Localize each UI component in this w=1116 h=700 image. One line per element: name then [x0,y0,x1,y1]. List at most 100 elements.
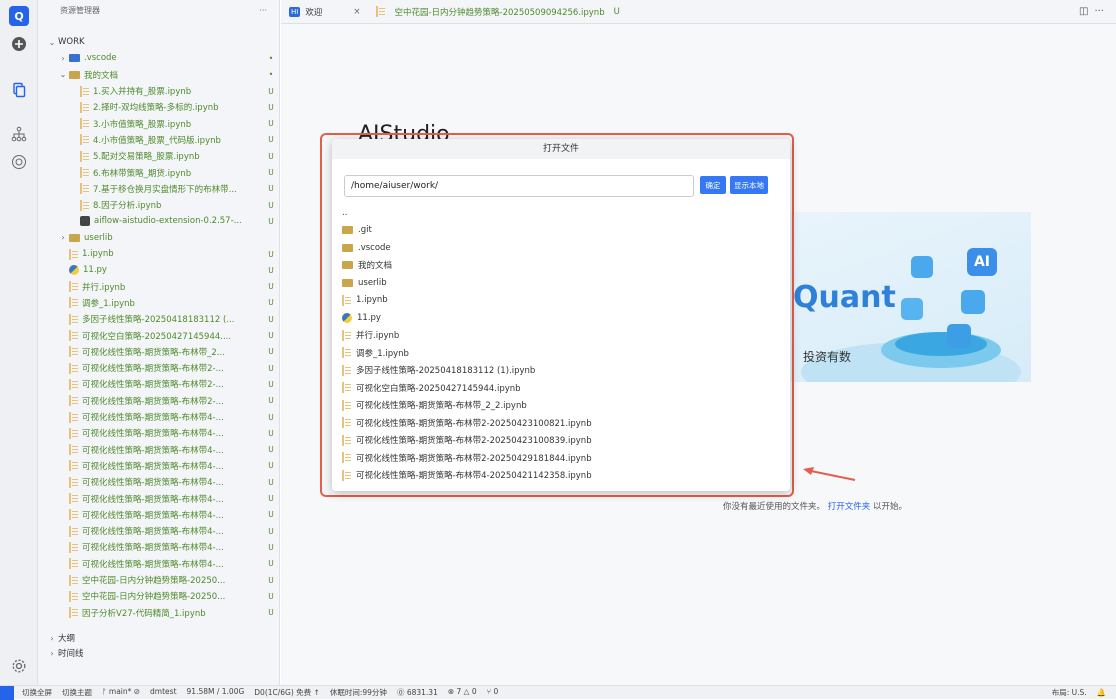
status-item[interactable]: 切换全屏 [22,687,52,698]
dialog-file-item[interactable]: 1.ipynb [342,292,782,310]
tree-file[interactable]: ⌄ WORK [38,34,278,50]
status-item[interactable]: ᚠ main* ⊘ [102,687,140,698]
tree-item-label: 可视化线性策略-期货策略-布林带2-... [82,380,224,391]
show-local-button[interactable]: 显示本地 [730,176,768,194]
explorer-icon[interactable] [9,80,29,100]
status-item[interactable]: ⑂ 0 [487,687,499,698]
dialog-file-item[interactable]: .. [342,204,782,222]
dialog-file-item[interactable]: 可视化线性策略-期货策略-布林带2-20250423100839.ipynb [342,432,782,450]
tree-file[interactable]: 空中花园-日内分钟趋势策略-20250... U [38,572,278,588]
tree-file[interactable]: 多因子线性策略-20250418183112 (... U [38,311,278,327]
dialog-folder-item[interactable]: .git [342,222,782,240]
close-icon[interactable]: × [353,7,360,17]
dialog-file-item[interactable]: 11.py [342,309,782,327]
tree-file[interactable]: 可视化线性策略-期货策略-布林带4-... U [38,539,278,555]
tree-file[interactable]: 1.买入并持有_股票.ipynb U [38,83,278,99]
tree-file[interactable]: 3.小市值策略_股票.ipynb U [38,116,278,132]
status-item[interactable]: dmtest [150,687,176,698]
open-file-dialog: 打开文件 确定 显示本地 .. .git .vscode 我的文档 userlib 1.i… [332,139,790,491]
notification-bell-icon[interactable]: 🔔 [1097,688,1106,697]
tree-file[interactable]: 2.择时-双均线策略-多标的.ipynb U [38,99,278,115]
notebook-icon [69,427,78,439]
dialog-folder-item[interactable]: 我的文档 [342,257,782,275]
extensions-icon[interactable] [9,152,29,172]
tree-file[interactable]: 可视化线性策略-期货策略-布林带4-... U [38,474,278,490]
tree-file[interactable]: 可视化线性策略-期货策略-布林带2-... U [38,376,278,392]
dialog-file-item[interactable]: 调参_1.ipynb [342,344,782,362]
git-status-badge: U [268,477,274,487]
tree-file[interactable]: 可视化线性策略-期货策略-布林带4-... U [38,507,278,523]
notebook-icon [69,525,78,537]
more-actions-icon[interactable]: ··· [1094,6,1104,17]
notebook-icon [69,313,78,325]
dialog-folder-item[interactable]: userlib [342,274,782,292]
tree-file[interactable]: 1.ipynb U [38,246,278,262]
tree-file[interactable]: 6.布林带策略_期货.ipynb U [38,164,278,180]
folder-icon [342,261,353,270]
tree-file[interactable]: 可视化线性策略-期货策略-布林带4-... U [38,409,278,425]
tree-file[interactable]: 4.小市值策略_股票_代码版.ipynb U [38,132,278,148]
explorer-more-button[interactable]: ··· [259,6,267,15]
dialog-item-name: 可视化线性策略-期货策略-布林带2-20250423100821.ipynb [356,418,592,429]
split-editor-icon[interactable]: ◫ [1079,6,1088,17]
tree-item-label: 空中花园-日内分钟趋势策略-20250... [82,576,226,587]
status-item[interactable]: 91.58M / 1.00G [187,687,245,698]
open-folder-link[interactable]: 打开文件夹 [828,502,871,512]
dialog-file-item[interactable]: 可视化线性策略-期货策略-布林带2-20250423100821.ipynb [342,414,782,432]
dialog-file-item[interactable]: 并行.ipynb [342,327,782,345]
tree-file[interactable]: 可视化线性策略-期货策略-布林带4-... U [38,458,278,474]
keyboard-layout[interactable]: 布局: U.S. [1052,687,1087,698]
tree-file[interactable]: 可视化线性策略-期货策略-布林带2-... U [38,393,278,409]
tree-file[interactable]: aiflow-aistudio-extension-0.2.57-... U [38,213,278,229]
timeline-section[interactable]: › 时间线 [38,645,278,661]
tree-file[interactable]: 因子分析V27-代码精简_1.ipynb U [38,605,278,621]
vscode-folder-icon [69,54,80,63]
tab-notebook[interactable]: 空中花园-日内分钟趋势策略-20250509094256.ipynb U [368,0,627,24]
tree-file[interactable]: 可视化线性策略-期货策略-布林带4-... U [38,442,278,458]
notebook-icon [69,541,78,553]
dialog-item-name: userlib [358,277,387,288]
status-item[interactable]: 切换主题 [62,687,92,698]
tree-file[interactable]: 可视化线性策略-期货策略-布林带4-... U [38,556,278,572]
tree-folder[interactable]: ⌄ 我的文档 • [38,67,278,83]
dialog-file-item[interactable]: 可视化线性策略-期货策略-布林带_2_2.ipynb [342,397,782,415]
notebook-icon [69,558,78,570]
dialog-folder-item[interactable]: .vscode [342,239,782,257]
dialog-file-item[interactable]: 可视化线性策略-期货策略-布林带4-20250421142358.ipynb [342,467,782,485]
outline-section[interactable]: › 大纲 [38,630,278,646]
tree-file[interactable]: 8.因子分析.ipynb U [38,197,278,213]
dialog-file-item[interactable]: 可视化线性策略-期货策略-布林带2-20250429181844.ipynb [342,449,782,467]
tab-welcome[interactable]: HI 欢迎 × [281,0,368,24]
dialog-file-item[interactable]: 可视化空白策略-20250427145944.ipynb [342,379,782,397]
tree-folder[interactable]: › userlib [38,230,278,246]
git-status-badge: • [268,53,274,63]
app-logo[interactable]: Q [9,6,29,26]
tree-file[interactable]: 可视化线性策略-期货策略-布林带_2... U [38,344,278,360]
dialog-file-item[interactable]: 多因子线性策略-20250418183112 (1).ipynb [342,362,782,380]
tree-file[interactable]: 可视化线性策略-期货策略-布林带2-... U [38,360,278,376]
tree-folder[interactable]: › .vscode • [38,50,278,66]
source-control-icon[interactable] [9,124,29,144]
add-icon[interactable] [9,34,29,54]
tree-file[interactable]: 11.py U [38,262,278,278]
tree-file[interactable]: 可视化线性策略-期货策略-布林带4-... U [38,523,278,539]
status-item[interactable]: ⊗ 7 △ 0 [448,687,477,698]
path-input[interactable] [344,175,694,197]
tree-file[interactable]: 调参_1.ipynb U [38,295,278,311]
tree-file[interactable]: 空中花园-日内分钟趋势策略-20250... U [38,588,278,604]
status-item[interactable]: D0(1C/6G) 免费 ↑ [254,687,320,698]
tree-file[interactable]: 7.基于移仓换月实盘情形下的布林带... U [38,181,278,197]
recent-folders-message: 你没有最近使用的文件夹。 打开文件夹 以开始。 [723,500,907,512]
tree-file[interactable]: 并行.ipynb U [38,279,278,295]
tree-file[interactable]: 可视化空白策略-20250427145944.... U [38,327,278,343]
tree-file[interactable]: 可视化线性策略-期货策略-布林带4-... U [38,425,278,441]
status-item[interactable]: 休眠时间:99分钟 [330,687,387,698]
remote-indicator-icon[interactable] [0,685,14,700]
notebook-icon [342,364,351,376]
confirm-button[interactable]: 确定 [700,176,726,194]
settings-gear-icon[interactable] [9,656,29,676]
notebook-icon [69,378,78,390]
tree-file[interactable]: 可视化线性策略-期货策略-布林带4-... U [38,490,278,506]
status-item[interactable]: ⓪ 6831.31 [397,687,438,698]
tree-file[interactable]: 5.配对交易策略_股票.ipynb U [38,148,278,164]
